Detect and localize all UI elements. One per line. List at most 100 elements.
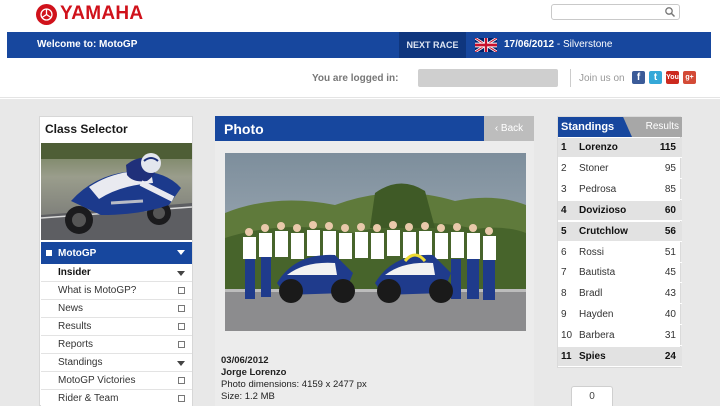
tuning-forks-icon (36, 3, 57, 25)
menu-item-insider[interactable]: Insider (41, 264, 192, 282)
expand-square-icon (178, 287, 185, 294)
menu-item-results[interactable]: Results (41, 318, 192, 336)
standings-row[interactable]: 2 Stoner 95 (558, 159, 682, 179)
logged-in-username[interactable] (418, 69, 558, 87)
standings-rider-name: Bradl (579, 288, 603, 300)
standings-position: 10 (561, 330, 573, 342)
standings-rider-name: Stoner (579, 162, 609, 174)
menu-item-label: Rider & Team (58, 393, 119, 404)
photo-date: 03/06/2012 (221, 355, 269, 366)
menu-item-reports[interactable]: Reports (41, 336, 192, 354)
standings-tabs: Standings Results (558, 117, 682, 137)
race-date: 17/06/2012 (504, 39, 555, 50)
expand-square-icon (178, 377, 185, 384)
standings-points: 51 (664, 246, 676, 258)
chevron-down-icon (177, 271, 185, 276)
standings-rider-name: Rossi (579, 246, 605, 258)
divider (570, 69, 571, 87)
chevron-down-icon (177, 361, 185, 366)
menu-item-rider-team[interactable]: Rider & Team (41, 390, 192, 406)
welcome-text: Welcome to: MotoGP (37, 39, 138, 50)
standings-position: 5 (561, 225, 567, 237)
standings-rider-name: Spies (579, 351, 606, 362)
youtube-icon[interactable]: You (666, 71, 679, 84)
menu-item-label: What is MotoGP? (58, 285, 137, 296)
standings-row[interactable]: 4 Dovizioso 60 (558, 200, 682, 221)
standings-points: 95 (664, 162, 676, 174)
standings-points: 31 (664, 330, 676, 342)
magnifier-icon[interactable] (664, 6, 676, 18)
expand-square-icon (178, 305, 185, 312)
expand-square-icon (178, 341, 185, 348)
standings-points: 24 (664, 351, 676, 362)
photo-title: Photo (224, 121, 264, 137)
menu-motogp-label: MotoGP (58, 247, 97, 259)
like-counter[interactable]: 0 (571, 386, 613, 406)
menu-item-standings[interactable]: Standings (41, 354, 192, 372)
login-strip: You are logged in: Join us on f t You g+ (0, 58, 720, 98)
next-race-label[interactable]: NEXT RACE (399, 32, 466, 58)
standings-position: 3 (561, 183, 567, 195)
standings-row[interactable]: 9 Hayden 40 (558, 305, 682, 326)
facebook-icon[interactable]: f (632, 71, 645, 84)
standings-position: 8 (561, 288, 567, 300)
standings-row[interactable]: 6 Rossi 51 (558, 243, 682, 263)
tab-standings[interactable]: Standings (558, 117, 632, 137)
photo-header: Photo ‹ Back (215, 116, 534, 141)
search-box[interactable] (551, 4, 680, 23)
logged-in-label: You are logged in: (312, 73, 399, 84)
search-input[interactable] (552, 8, 679, 23)
photo-rider-name: Jorge Lorenzo (221, 367, 287, 378)
menu-item-label: Results (58, 321, 92, 332)
menu-motogp-header[interactable]: MotoGP (41, 242, 192, 264)
standings-position: 7 (561, 267, 567, 279)
menu-item-motogp-victories[interactable]: MotoGP Victories (41, 372, 192, 390)
standings-row[interactable]: 5 Crutchlow 56 (558, 221, 682, 242)
yamaha-logo[interactable]: YAMAHA (36, 3, 143, 25)
standings-rider-name: Lorenzo (579, 142, 618, 153)
photo-panel: Photo ‹ Back 03/06/2012 Jorge Lorenzo Ph… (215, 116, 534, 406)
photo-details: 03/06/2012 Jorge Lorenzo Photo dimension… (221, 355, 367, 403)
chevron-down-icon (177, 250, 185, 255)
standings-points: 45 (664, 267, 676, 279)
standings-row[interactable]: 3 Pedrosa 85 (558, 180, 682, 200)
next-race-info[interactable]: 17/06/2012 - Silverstone (504, 39, 612, 50)
uk-flag-icon (475, 38, 497, 52)
twitter-icon[interactable]: t (649, 71, 662, 84)
menu-item-label: Reports (58, 339, 94, 350)
join-us-label: Join us on (579, 73, 625, 84)
menu-item-label: MotoGP Victories (58, 375, 136, 386)
photo-dimensions: Photo dimensions: 4159 x 2477 px (221, 379, 367, 390)
standings-row[interactable]: 1 Lorenzo 115 (558, 138, 682, 158)
googleplus-icon[interactable]: g+ (683, 71, 696, 84)
standings-points: 40 (664, 309, 676, 321)
menu-item-label: Standings (58, 357, 103, 368)
standings-rider-name: Bautista (579, 267, 616, 279)
menu-item-what-is-motogp[interactable]: What is MotoGP? (41, 282, 192, 300)
standings-rider-name: Dovizioso (579, 204, 627, 216)
menu-item-label: Insider (58, 267, 91, 278)
team-photo[interactable] (225, 153, 526, 331)
standings-position: 11 (561, 351, 572, 362)
standings-points: 85 (664, 183, 676, 195)
standings-rider-name: Crutchlow (579, 225, 628, 237)
standings-row[interactable]: 7 Bautista 45 (558, 263, 682, 284)
standings-rider-name: Pedrosa (579, 183, 617, 195)
standings-points: 60 (664, 204, 676, 216)
brand-name: YAMAHA (60, 3, 144, 24)
standings-row[interactable]: 10 Barbera 31 (558, 326, 682, 347)
standings-position: 9 (561, 309, 567, 321)
tab-results[interactable]: Results (646, 121, 679, 132)
menu-item-news[interactable]: News (41, 300, 192, 318)
standings-row[interactable]: 8 Bradl 43 (558, 284, 682, 305)
menu-item-label: News (58, 303, 84, 314)
back-button[interactable]: ‹ Back (484, 116, 534, 141)
standings-panel: Standings Results 1 Lorenzo 115 2 Stoner 95 3 P… (557, 116, 682, 368)
rider-banner-image (41, 143, 192, 240)
standings-row[interactable]: 11 Spies 24 (558, 347, 682, 367)
class-selector-title: Class Selector (45, 122, 128, 136)
standings-points: 43 (664, 288, 676, 300)
top-nav-bar: Welcome to: MotoGP NEXT RACE 17/06/2012 … (7, 32, 711, 58)
standings-points: 115 (659, 142, 676, 153)
bullet-square-icon (46, 250, 52, 256)
